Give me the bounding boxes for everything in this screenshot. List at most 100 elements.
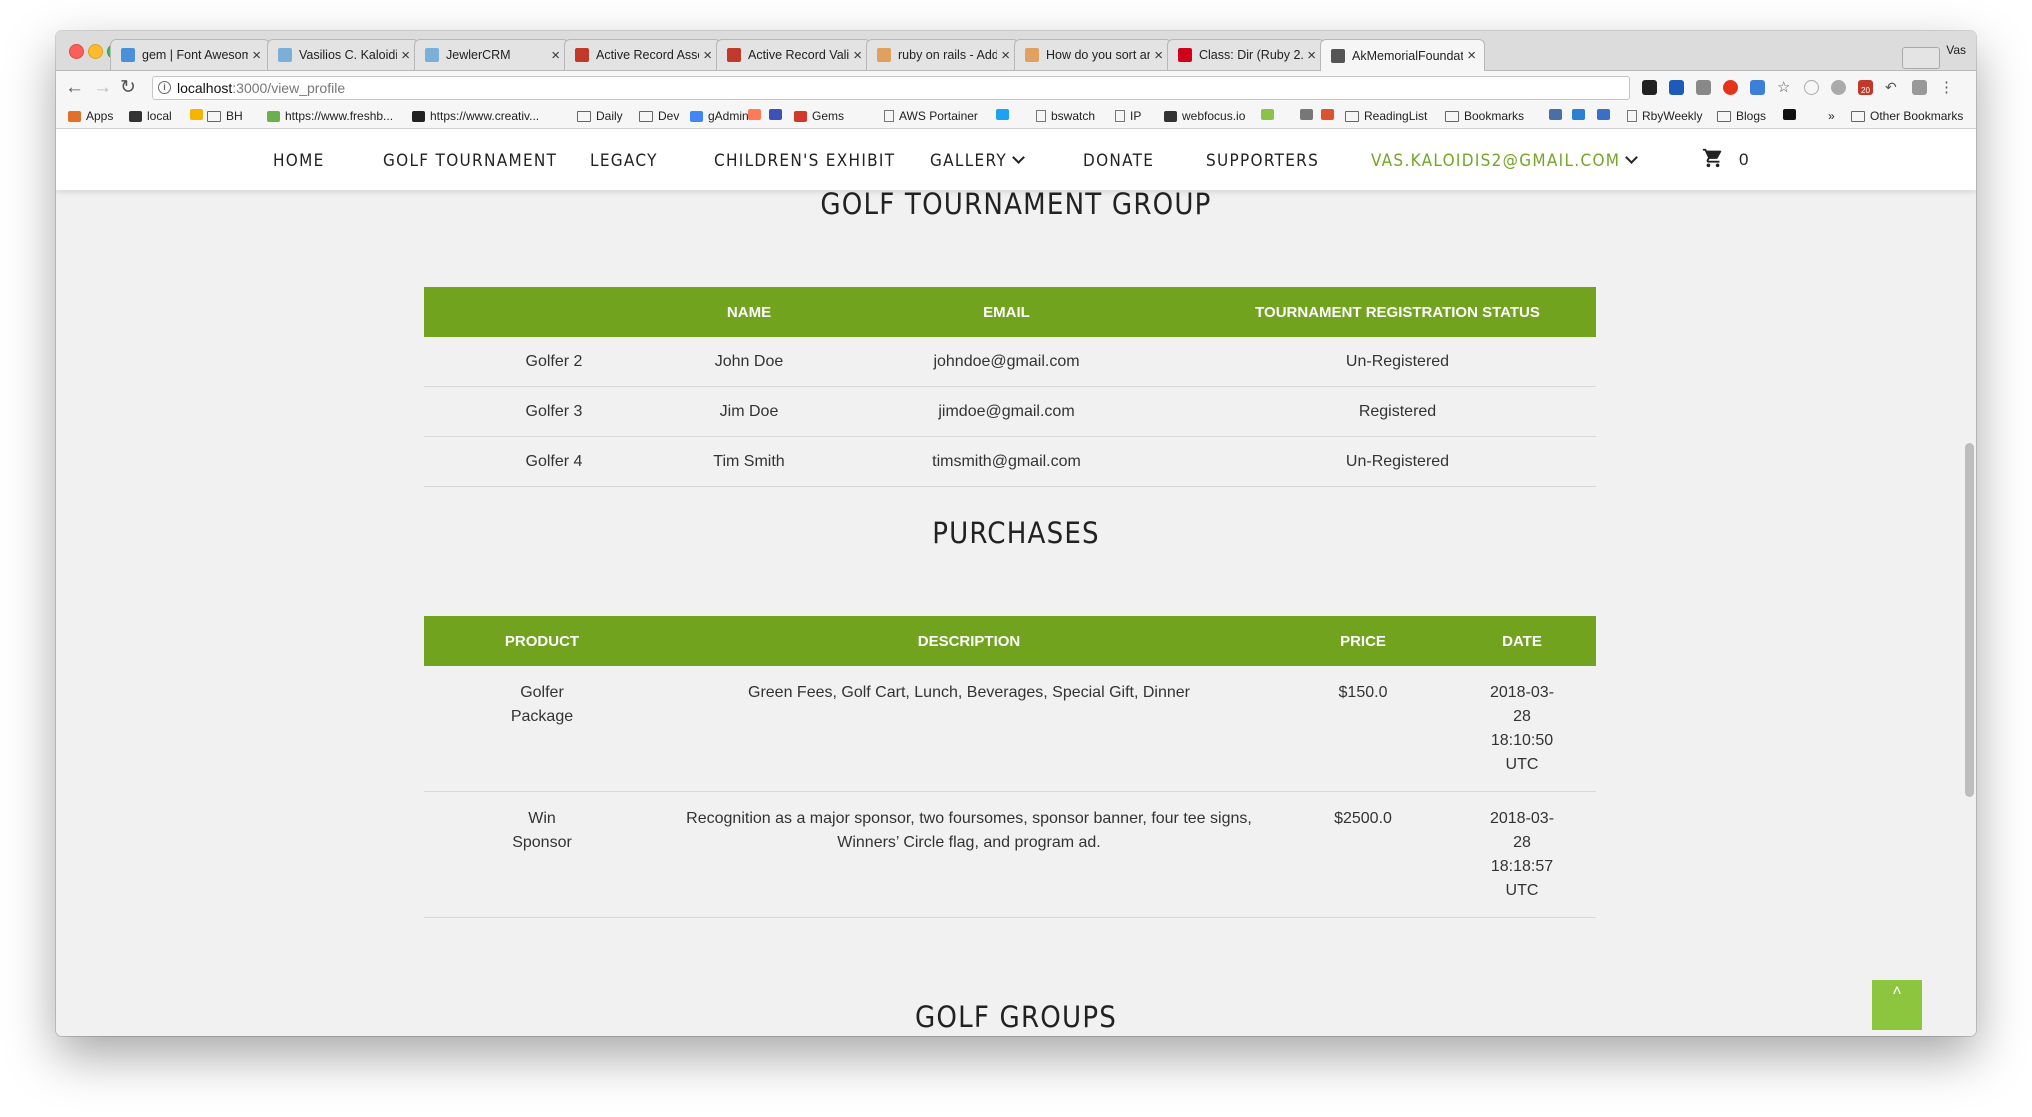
browser-tab[interactable]: JewlerCRM × — [414, 39, 569, 70]
browser-window: gem | Font Awesome × Vasilios C. Kaloidis ×… — [56, 31, 1976, 1036]
forward-arrow-icon[interactable]: → — [93, 77, 112, 99]
twitter-icon — [996, 109, 1009, 120]
scrollbar-thumb[interactable] — [1965, 443, 1974, 797]
extension-icon[interactable] — [1642, 80, 1657, 95]
bookmark-item[interactable] — [1597, 109, 1615, 120]
browser-tab[interactable]: gem | Font Awesome × — [110, 39, 270, 70]
close-tab-icon[interactable]: × — [252, 47, 261, 64]
bookmark-item[interactable]: bswatch — [1036, 109, 1095, 123]
close-tab-icon[interactable]: × — [1154, 47, 1163, 64]
table-cell: Golfer 4 — [424, 436, 684, 487]
cell-line: 18:10:50 — [1490, 732, 1554, 749]
bookmark-item[interactable]: IP — [1115, 109, 1141, 123]
reload-icon[interactable]: ↻ — [120, 77, 136, 99]
browser-tab[interactable]: Vasilios C. Kaloidis × — [267, 39, 419, 70]
tab-title: Vasilios C. Kaloidis — [299, 48, 398, 62]
nav-gallery[interactable]: GALLERY — [930, 151, 1025, 171]
browser-tab[interactable]: ruby on rails - Add a CSS× — [866, 39, 1019, 70]
close-tab-icon[interactable]: × — [1467, 47, 1476, 64]
bookmark-item[interactable]: Dev — [639, 109, 679, 123]
tab-title: ruby on rails - Add a CSS — [898, 48, 998, 62]
close-tab-icon[interactable]: × — [1307, 47, 1316, 64]
bookmark-item[interactable]: Other Bookmarks — [1851, 109, 1963, 123]
star-icon[interactable]: ☆ — [1777, 80, 1792, 95]
bookmark-item[interactable]: local — [129, 109, 172, 123]
menu-kebab-icon[interactable]: ⋮ — [1939, 80, 1954, 95]
nav-golf-tournament[interactable]: GOLF TOURNAMENT — [383, 151, 557, 171]
address-bar[interactable]: i localhost:3000/view_profile — [152, 76, 1630, 100]
bookmark-item[interactable] — [1549, 109, 1567, 120]
new-tab-button[interactable] — [1902, 47, 1940, 69]
bookmark-label: Bookmarks — [1464, 109, 1525, 123]
cell-line: Win — [528, 810, 556, 827]
bookmark-item[interactable]: Gems — [794, 109, 844, 123]
cell-line: UTC — [1505, 882, 1539, 899]
cart-count[interactable]: 0 — [1739, 150, 1748, 170]
reply-icon[interactable]: ↶ — [1885, 80, 1900, 95]
browser-tab[interactable]: Active Record Associatio × — [564, 39, 721, 70]
bookmark-item[interactable] — [1783, 109, 1801, 120]
bookmark-item[interactable]: AWS Portainer — [884, 109, 978, 123]
minimize-window-button[interactable] — [88, 44, 103, 59]
bookmark-item[interactable]: BH — [207, 109, 243, 123]
nav-supporters[interactable]: SUPPORTERS — [1206, 151, 1319, 171]
bars-icon — [769, 109, 782, 120]
bookmark-item[interactable]: RbyWeekly — [1627, 109, 1702, 123]
table-cell: Golfer 3 — [424, 386, 684, 437]
bookmark-item[interactable]: Bookmarks — [1445, 109, 1524, 123]
bookmark-item[interactable] — [996, 109, 1014, 120]
bookmark-item[interactable]: Daily — [577, 109, 623, 123]
bookmark-item[interactable] — [1572, 109, 1590, 120]
browser-tab[interactable]: AkMemorialFoundation× — [1320, 39, 1485, 71]
bookmark-item[interactable] — [748, 109, 766, 120]
bookmark-item[interactable]: gAdmin — [690, 109, 749, 123]
nav-donate[interactable]: DONATE — [1083, 151, 1154, 171]
bookmark-item[interactable]: https://www.freshb... — [267, 109, 393, 123]
extension-icon[interactable] — [1831, 80, 1846, 95]
column-header: NAME — [684, 287, 814, 337]
nav-home[interactable]: HOME — [273, 151, 325, 171]
bookmark-item[interactable] — [1300, 109, 1318, 120]
info-icon[interactable]: i — [158, 81, 171, 94]
back-arrow-icon[interactable]: ← — [65, 77, 84, 99]
bookmarks-overflow-icon[interactable]: » — [1828, 109, 1835, 123]
browser-tab[interactable]: Class: Dir (Ruby 2.5.0) × — [1167, 39, 1325, 70]
table-row: Golfer 3 Jim Doe jimdoe@gmail.com Registere… — [424, 386, 1596, 437]
bookmark-item[interactable]: ReadingList — [1345, 109, 1427, 123]
bookmark-item[interactable] — [1321, 109, 1339, 120]
profile-button[interactable]: Vas — [1946, 43, 1966, 57]
cart-icon[interactable] — [1702, 147, 1724, 175]
nav-user-menu[interactable]: VAS.KALOIDIS2@GMAIL.COM — [1371, 151, 1639, 171]
close-tab-icon[interactable]: × — [401, 47, 410, 64]
bookmark-item[interactable]: Blogs — [1717, 109, 1766, 123]
bookmark-item[interactable] — [1261, 109, 1279, 120]
extension-icon[interactable] — [1750, 80, 1765, 95]
close-tab-icon[interactable]: × — [551, 47, 560, 64]
folder-icon — [639, 110, 653, 122]
cell-line: 18:18:57 — [1490, 858, 1554, 875]
back-to-top-button[interactable]: ˄ — [1872, 980, 1922, 1030]
extension-icon[interactable] — [1669, 80, 1684, 95]
bookmark-item[interactable]: Apps — [68, 109, 113, 123]
close-tab-icon[interactable]: × — [853, 47, 862, 64]
extension-icon[interactable] — [1912, 80, 1927, 95]
bookmark-item[interactable]: https://www.creativ... — [412, 109, 539, 123]
browser-tab[interactable]: How do you sort an array× — [1014, 39, 1172, 70]
bookmark-item[interactable]: webfocus.io — [1164, 109, 1245, 123]
bookmark-item[interactable] — [769, 109, 787, 120]
tab-title: How do you sort an array — [1046, 48, 1151, 62]
scrollbar[interactable] — [1961, 190, 1976, 1036]
close-tab-icon[interactable]: × — [703, 47, 712, 64]
check-icon — [1164, 110, 1177, 122]
nav-legacy[interactable]: LEGACY — [590, 151, 658, 171]
opera-icon[interactable] — [1723, 80, 1738, 95]
close-tab-icon[interactable]: × — [1001, 47, 1010, 64]
browser-tab[interactable]: Active Record Validations× — [716, 39, 871, 70]
calendar-badge-icon[interactable]: 20 — [1858, 80, 1873, 95]
close-window-button[interactable] — [69, 44, 84, 59]
extension-icon[interactable] — [1804, 80, 1819, 95]
bookmark-label: Daily — [596, 109, 623, 123]
nav-childrens-exhibit[interactable]: CHILDREN'S EXHIBIT — [714, 151, 895, 171]
extension-icon[interactable] — [1696, 80, 1711, 95]
bookmark-item[interactable] — [190, 109, 208, 120]
